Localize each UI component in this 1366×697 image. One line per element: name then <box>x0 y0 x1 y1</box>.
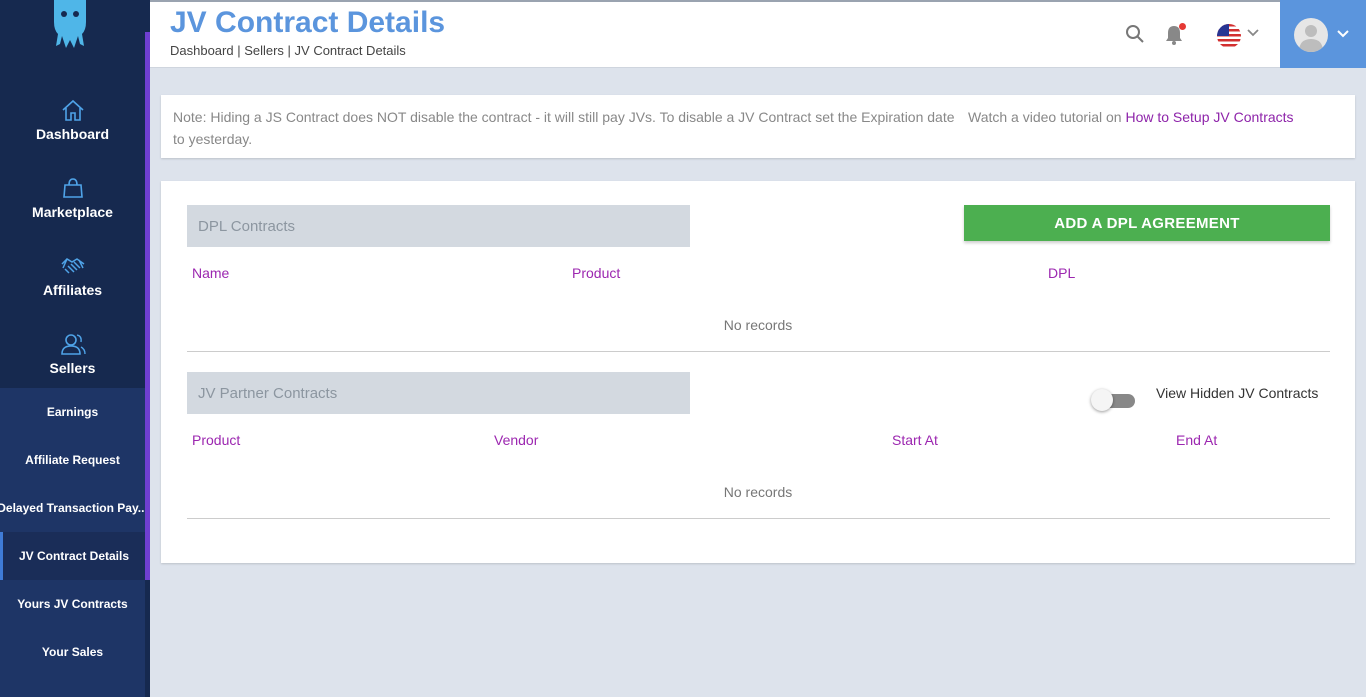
toggle-knob <box>1091 389 1113 411</box>
sidebar-subitem-jv-contract-details[interactable]: JV Contract Details <box>0 532 145 580</box>
jv-col-vendor[interactable]: Vendor <box>494 432 538 448</box>
octopus-logo-icon[interactable] <box>48 0 92 50</box>
page-header: JV Contract Details Dashboard | Sellers … <box>150 0 1366 68</box>
note-card: Note: Hiding a JS Contract does NOT disa… <box>161 95 1355 158</box>
contracts-card: DPL Contracts ADD A DPL AGREEMENT Name P… <box>161 181 1355 563</box>
tutorial-link[interactable]: How to Setup JV Contracts <box>1125 109 1293 125</box>
sidebar-subitem-your-sales[interactable]: Your Sales <box>0 628 145 676</box>
sidebar-item-sellers[interactable]: Sellers <box>0 314 145 392</box>
dpl-col-name[interactable]: Name <box>192 265 229 281</box>
sidebar-subitem-earnings[interactable]: Earnings <box>0 388 145 436</box>
notification-badge <box>1179 23 1186 30</box>
search-icon[interactable] <box>1125 24 1145 44</box>
sidebar-item-label: Dashboard <box>35 126 110 142</box>
chevron-down-icon[interactable] <box>1246 28 1260 38</box>
view-hidden-label: View Hidden JV Contracts <box>1156 385 1319 401</box>
sidebar-main-nav: Dashboard Marketplace Affiliates Sellers <box>0 80 145 392</box>
jv-col-end-at[interactable]: End At <box>1176 432 1217 448</box>
jv-col-start-at[interactable]: Start At <box>892 432 938 448</box>
tutorial-text: Watch a video tutorial on How to Setup J… <box>968 106 1294 128</box>
us-flag-icon[interactable] <box>1216 23 1242 49</box>
sidebar-accent-bar <box>145 32 150 580</box>
jv-divider <box>187 518 1330 519</box>
view-hidden-toggle[interactable] <box>1091 387 1137 413</box>
page-title: JV Contract Details <box>170 6 446 39</box>
sidebar-item-marketplace[interactable]: Marketplace <box>0 158 145 236</box>
sidebar-subitem-yours-jv-contracts[interactable]: Yours JV Contracts <box>0 580 145 628</box>
sidebar-item-label: Sellers <box>49 360 96 376</box>
home-icon <box>61 99 84 121</box>
breadcrumb: Dashboard | Sellers | JV Contract Detail… <box>170 43 406 58</box>
dpl-empty-message: No records <box>723 317 793 333</box>
shopping-bag-icon <box>62 178 83 198</box>
sidebar-sub-nav: Earnings Affiliate Request Delayed Trans… <box>0 388 145 697</box>
sidebar-item-dashboard[interactable]: Dashboard <box>0 80 145 158</box>
sidebar: Dashboard Marketplace Affiliates Sellers… <box>0 0 150 697</box>
dpl-contracts-tab[interactable]: DPL Contracts <box>187 205 690 247</box>
add-dpl-agreement-button[interactable]: ADD A DPL AGREEMENT <box>964 205 1330 241</box>
tutorial-prefix: Watch a video tutorial on <box>968 109 1126 125</box>
jv-col-product[interactable]: Product <box>192 432 240 448</box>
sidebar-item-affiliates[interactable]: Affiliates <box>0 236 145 314</box>
dpl-col-product[interactable]: Product <box>572 265 620 281</box>
sidebar-item-label: Affiliates <box>42 282 103 298</box>
sidebar-subitem-delayed-transaction[interactable]: Delayed Transaction Pay... <box>0 484 145 532</box>
chevron-down-icon <box>1337 30 1349 38</box>
user-menu[interactable] <box>1280 0 1366 68</box>
sidebar-subitem-affiliate-request[interactable]: Affiliate Request <box>0 436 145 484</box>
sidebar-item-label: Marketplace <box>32 204 113 220</box>
dpl-divider <box>187 351 1330 352</box>
note-text: Note: Hiding a JS Contract does NOT disa… <box>173 109 955 147</box>
users-icon <box>60 334 86 355</box>
handshake-icon <box>60 258 84 274</box>
jv-partner-contracts-tab[interactable]: JV Partner Contracts <box>187 372 690 414</box>
avatar <box>1294 18 1328 52</box>
jv-empty-message: No records <box>723 484 793 500</box>
dpl-col-dpl[interactable]: DPL <box>1048 265 1075 281</box>
